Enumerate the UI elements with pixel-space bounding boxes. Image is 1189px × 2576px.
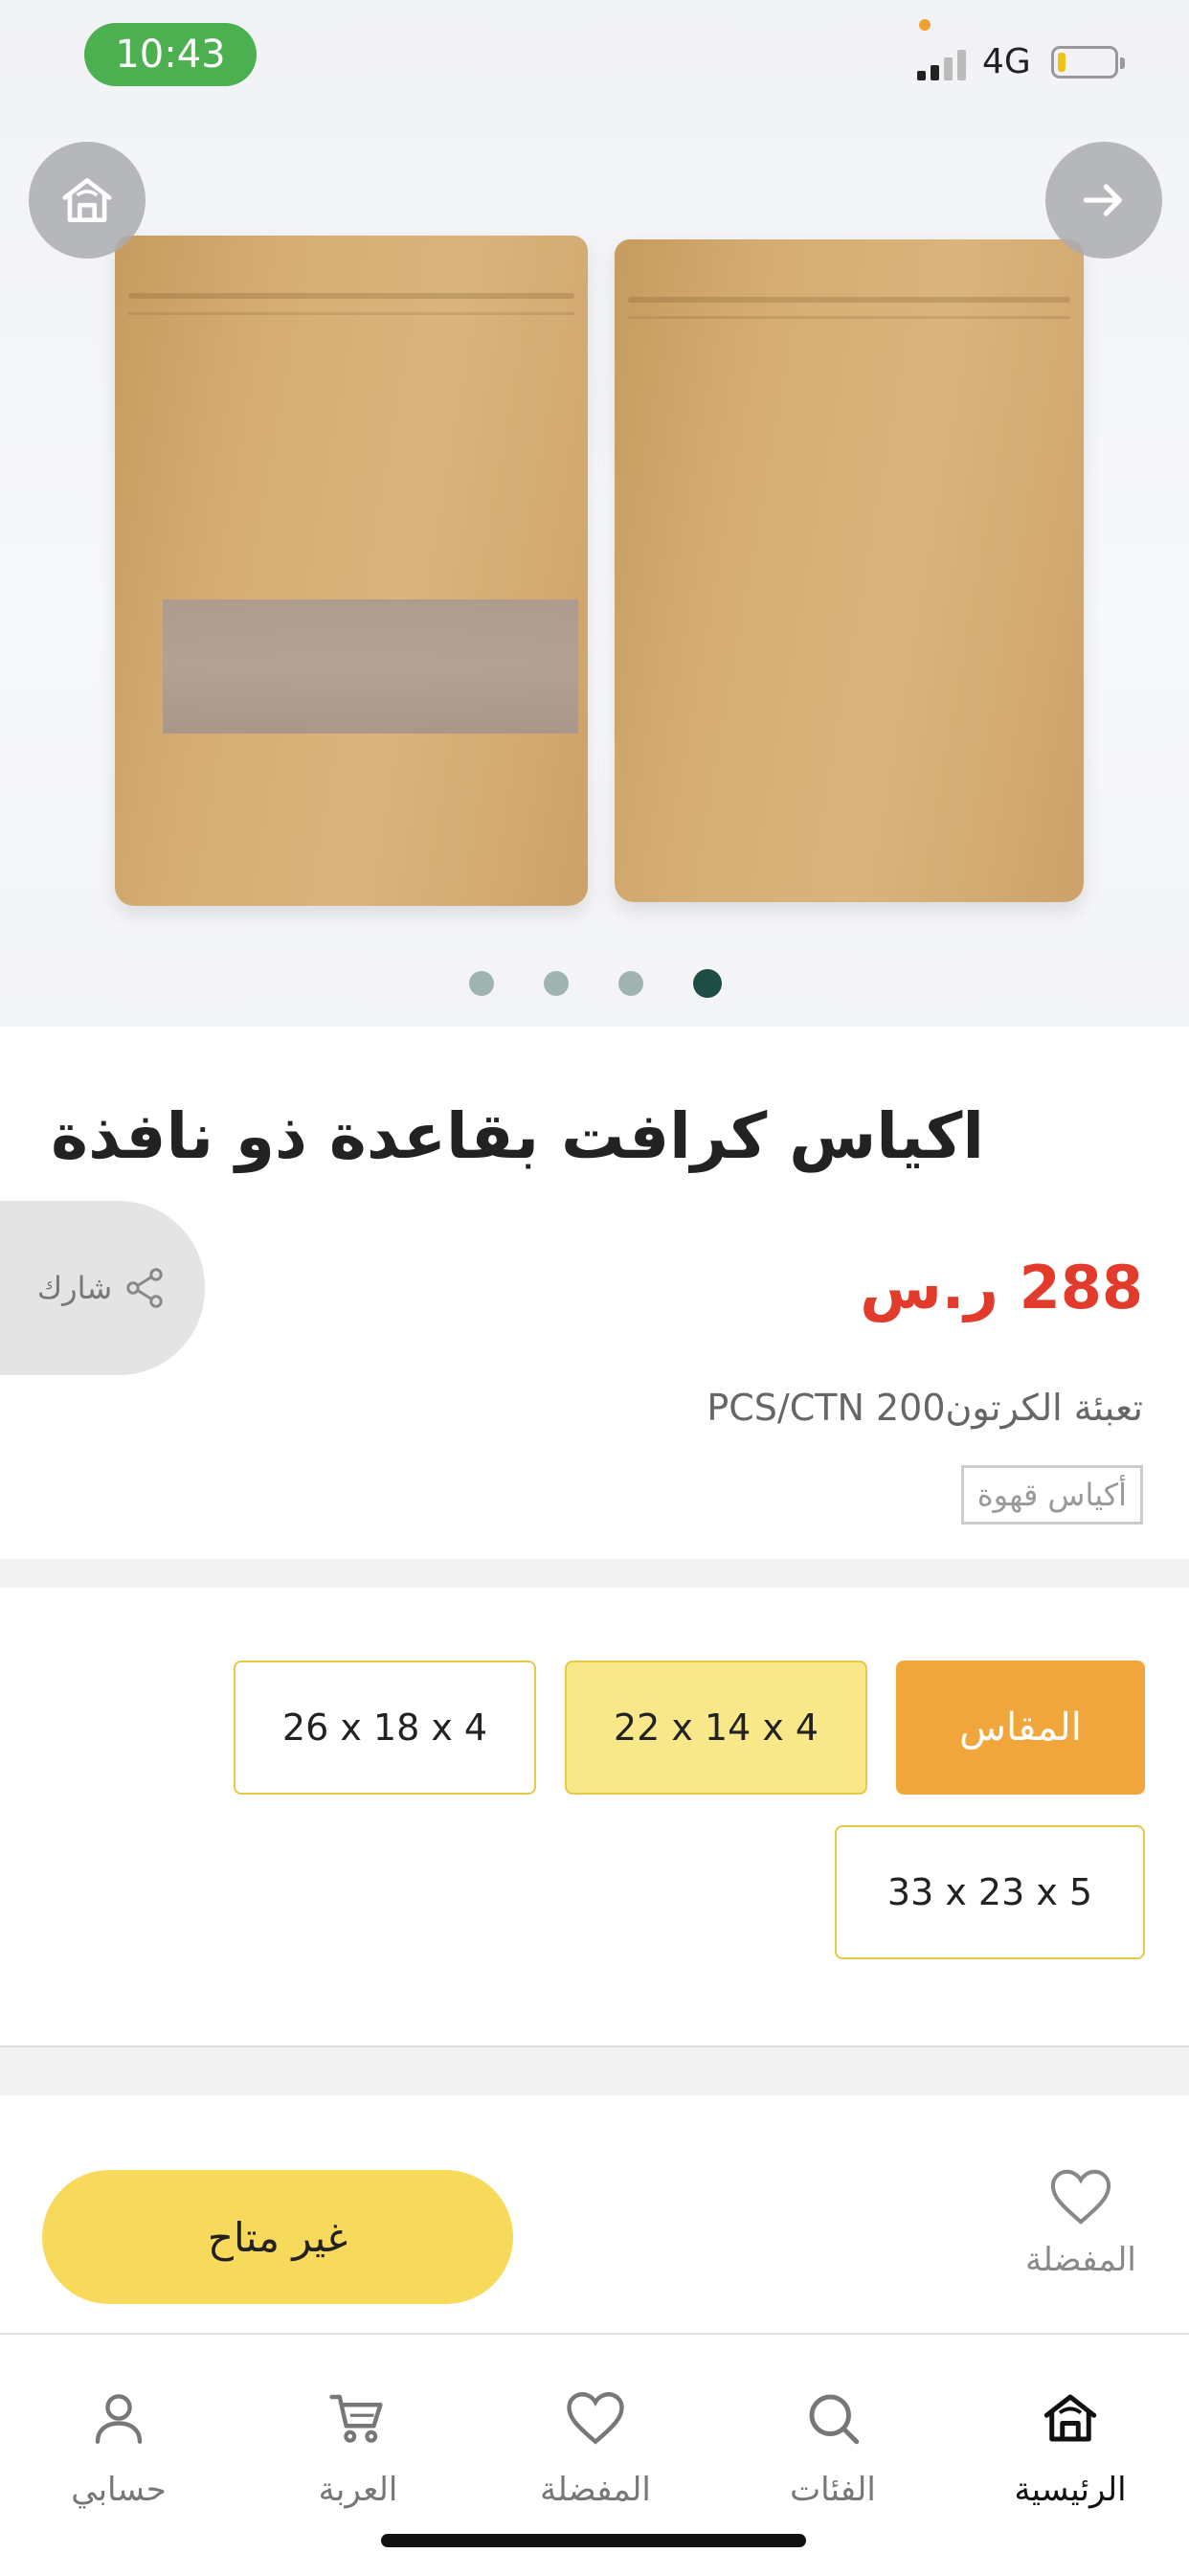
carousel-dot[interactable] <box>469 971 494 996</box>
home-icon <box>62 178 112 222</box>
nav-categories[interactable]: الفئات <box>728 2386 938 2509</box>
kraft-bag-image <box>615 239 1084 902</box>
nav-home[interactable]: الرئيسية <box>965 2386 1176 2509</box>
signal-strength-icon <box>917 46 971 80</box>
forward-arrow-button[interactable] <box>1045 142 1162 259</box>
nav-account[interactable]: حسابي <box>13 2386 224 2509</box>
size-label: المقاس <box>896 1661 1145 1795</box>
size-option[interactable]: 33 x 23 x 5 <box>835 1825 1145 1959</box>
share-label: شارك <box>36 1270 113 1306</box>
section-divider <box>0 2045 1189 2095</box>
product-image-carousel[interactable] <box>0 0 1189 1027</box>
add-to-favorites-button[interactable]: المفضلة <box>999 2166 1162 2279</box>
carousel-dot[interactable] <box>544 971 569 996</box>
product-title: اكياس كرافت بقاعدة ذو نافذة <box>51 1099 984 1173</box>
share-icon <box>126 1268 163 1308</box>
section-divider <box>0 1559 1189 1588</box>
home-button[interactable] <box>29 142 146 259</box>
packing-info: تعبئة الكرتون200 PCS/CTN <box>707 1387 1143 1429</box>
share-button[interactable]: شارك <box>0 1201 205 1375</box>
battery-icon <box>1051 46 1125 79</box>
carousel-dot-active[interactable] <box>693 969 722 998</box>
carousel-indicator <box>469 969 722 998</box>
heart-icon <box>1050 2169 1111 2225</box>
nav-home-label: الرئيسية <box>1014 2471 1127 2509</box>
cart-icon <box>329 2394 383 2443</box>
arrow-right-icon <box>1083 184 1122 216</box>
privacy-indicator-dot <box>919 19 931 31</box>
network-type: 4G <box>982 42 1031 81</box>
home-icon <box>1043 2394 1097 2442</box>
nav-favorites-label: المفضلة <box>540 2471 651 2509</box>
nav-cart[interactable]: العربة <box>253 2386 463 2509</box>
size-option-selected[interactable]: 22 x 14 x 4 <box>565 1661 867 1795</box>
search-icon <box>809 2394 860 2445</box>
favorites-label: المفضلة <box>1025 2241 1136 2279</box>
home-indicator <box>381 2534 806 2547</box>
status-time: 10:43 <box>84 23 257 86</box>
size-option[interactable]: 26 x 18 x 4 <box>234 1661 536 1795</box>
nav-cart-label: العربة <box>318 2471 398 2509</box>
product-price: 288 ر.س <box>860 1253 1143 1322</box>
unavailable-button[interactable]: غير متاح <box>42 2170 513 2304</box>
nav-categories-label: الفئات <box>790 2471 876 2509</box>
category-tag[interactable]: أكياس قهوة <box>960 1465 1143 1525</box>
carousel-dot[interactable] <box>618 971 643 996</box>
nav-favorites[interactable]: المفضلة <box>490 2386 701 2509</box>
user-icon <box>95 2394 143 2444</box>
kraft-bag-with-window-image <box>115 236 588 906</box>
nav-account-label: حسابي <box>71 2471 167 2509</box>
heart-icon <box>567 2392 624 2445</box>
